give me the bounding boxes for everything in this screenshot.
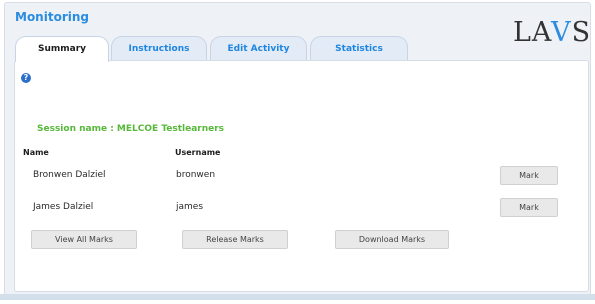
- row-2-name: James Dalziel: [33, 202, 94, 212]
- bottom-border: [0, 294, 595, 300]
- view-all-marks-button[interactable]: View All Marks: [31, 230, 137, 249]
- mark-button[interactable]: Mark: [500, 198, 558, 217]
- mark-button[interactable]: Mark: [500, 166, 558, 185]
- column-header-name: Name: [23, 148, 49, 157]
- page-title: Monitoring: [15, 10, 89, 24]
- release-marks-button[interactable]: Release Marks: [182, 230, 288, 249]
- lams-logo: LAVS: [513, 17, 592, 48]
- row-1-username: bronwen: [176, 170, 216, 180]
- tab-instructions[interactable]: Instructions: [111, 36, 207, 61]
- tab-statistics[interactable]: Statistics: [310, 36, 408, 61]
- session-name: Session name : MELCOE Testlearners: [37, 124, 225, 134]
- tab-summary[interactable]: Summary: [15, 36, 109, 62]
- help-icon[interactable]: ?: [21, 73, 31, 83]
- tab-edit-activity[interactable]: Edit Activity: [210, 36, 307, 61]
- column-header-username: Username: [175, 148, 221, 157]
- row-1-name: Bronwen Dalziel: [33, 170, 106, 180]
- row-2-username: james: [176, 202, 204, 212]
- summary-panel: ? Session name : MELCOE Testlearners Nam…: [14, 60, 589, 292]
- app-window: Monitoring LAVS Summary Instructions Edi…: [4, 2, 591, 300]
- download-marks-button[interactable]: Download Marks: [335, 230, 449, 249]
